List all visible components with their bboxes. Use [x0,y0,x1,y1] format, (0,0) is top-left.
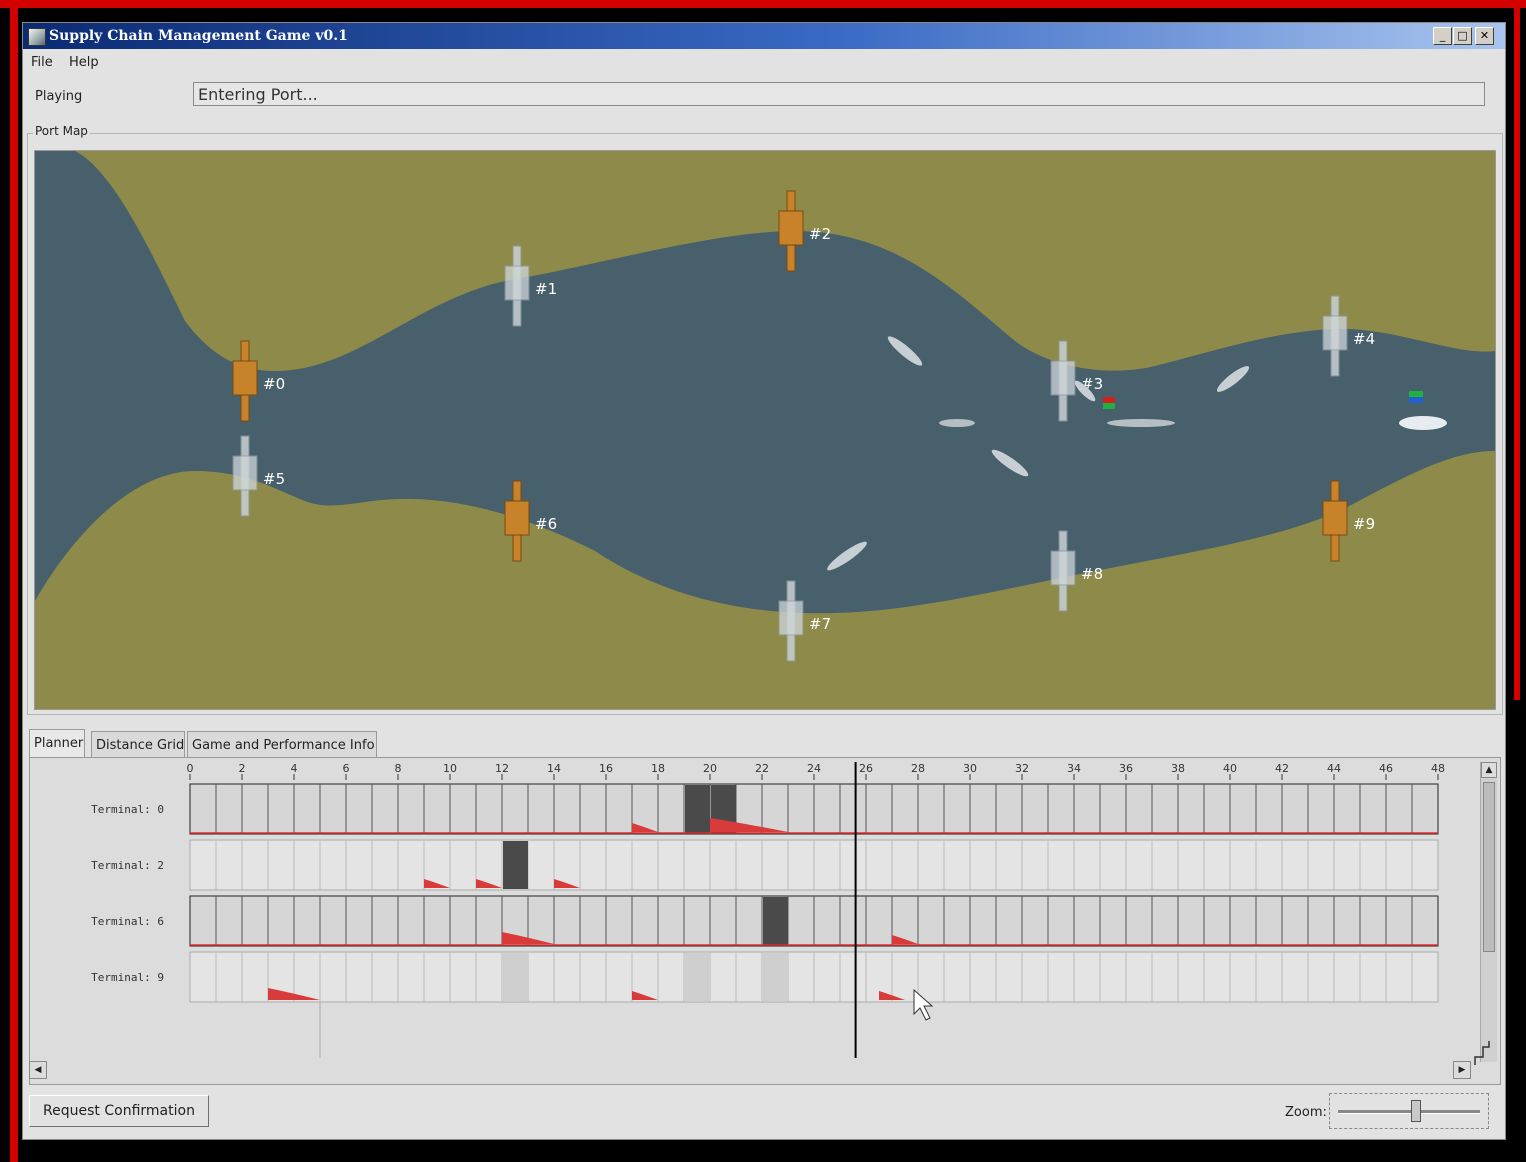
port-label: #7 [809,615,831,633]
hour-tick-label: 10 [443,762,457,775]
hour-tick-label: 16 [599,762,613,775]
zoom-corner-icon[interactable] [1473,1039,1491,1067]
hour-tick-label: 34 [1067,762,1081,775]
hour-tick-label: 32 [1015,762,1029,775]
hour-tick-label: 26 [859,762,873,775]
terminal-label: Terminal: 6 [91,915,164,928]
menu-file[interactable]: File [31,55,53,70]
horizontal-scrollbar[interactable]: ◀ ▶ [29,1061,1477,1079]
terminal-label: Terminal: 0 [91,803,164,816]
terminal-label: Terminal: 9 [91,971,164,984]
frame-border-right [1514,0,1520,700]
tab-distance-grid[interactable]: Distance Grid [91,731,185,757]
service-block[interactable] [503,841,528,889]
planner-timeline[interactable]: 0 2 4 6 8 10 12 14 16 18 20 22 24 26 28 30 32 34 36 38 40 42 4… [30,758,1480,1058]
hour-tick-label: 0 [187,762,194,775]
hour-tick-label: 20 [703,762,717,775]
port-label: #5 [263,470,285,488]
hour-tick-label: 2 [239,762,246,775]
port-map-legend: Port Map [33,124,90,138]
minimize-button[interactable]: _ [1433,27,1452,45]
hour-tick-label: 46 [1379,762,1393,775]
zoom-label: Zoom: [1285,1105,1327,1120]
status-field: Entering Port... [193,82,1485,106]
planner-panel: 0 2 4 6 8 10 12 14 16 18 20 22 24 26 28 30 32 34 36 38 40 42 4… [29,757,1501,1085]
status-label: Playing [35,89,83,104]
service-block[interactable] [763,897,788,945]
vertical-scrollbar[interactable]: ▲ [1480,762,1497,1062]
tab-planner[interactable]: Planner [29,729,85,757]
window-title: Supply Chain Management Game v0.1 [49,28,348,44]
frame-border-left [10,0,18,1162]
service-block[interactable] [685,785,710,833]
faded-block [502,953,528,1001]
close-button[interactable]: ✕ [1475,27,1494,45]
hour-tick-label: 44 [1327,762,1341,775]
vertical-scroll-thumb[interactable] [1483,782,1495,952]
hour-tick-label: 4 [291,762,298,775]
frame-border-top [0,0,1526,8]
hour-tick-label: 6 [343,762,350,775]
terminal-row[interactable]: Terminal: 9 [91,951,1439,1003]
bottom-bar: Request Confirmation Zoom: [23,1087,1505,1139]
hour-tick-label: 14 [547,762,561,775]
hour-tick-label: 42 [1275,762,1289,775]
ship[interactable] [1399,416,1447,430]
terminal-row[interactable]: Terminal: 2 [91,839,1439,891]
hour-tick-label: 40 [1223,762,1237,775]
menu-help[interactable]: Help [69,55,99,70]
terminal-row[interactable]: Terminal: 0 [91,783,1439,835]
hour-tick-label: 22 [755,762,769,775]
port-label: #4 [1353,330,1375,348]
faded-block [762,953,788,1001]
hour-tick-label: 18 [651,762,665,775]
port-label: #0 [263,375,285,393]
hour-tick-label: 8 [395,762,402,775]
port-map-panel: #0 #1 #2 #3 #4 #5 #6 #7 #8 #9 [27,133,1503,715]
app-icon [28,28,46,46]
port-map[interactable]: #0#1#2#3#4#5#6#7#8#9 [34,150,1496,710]
hour-tick-label: 24 [807,762,821,775]
port-label: #9 [1353,515,1375,533]
port-label: #6 [535,515,557,533]
maximize-button[interactable]: □ [1453,27,1472,45]
terminal-label: Terminal: 2 [91,859,164,872]
ship[interactable] [1107,419,1175,427]
scroll-right-arrow-icon[interactable]: ▶ [1453,1061,1471,1079]
zoom-slider-thumb[interactable] [1410,1100,1421,1122]
scroll-up-arrow-icon[interactable]: ▲ [1481,762,1497,778]
hour-tick-label: 28 [911,762,925,775]
ship[interactable] [939,419,975,427]
port-label: #1 [535,280,557,298]
title-bar[interactable]: Supply Chain Management Game v0.1 _ □ ✕ [23,23,1505,49]
status-row: Playing Entering Port... [23,79,1505,109]
tab-game-performance-info[interactable]: Game and Performance Info [187,731,377,757]
request-confirmation-button[interactable]: Request Confirmation [29,1095,209,1127]
terminal-row[interactable]: Terminal: 6 [91,895,1439,947]
app-window: Supply Chain Management Game v0.1 _ □ ✕ … [22,22,1506,1140]
port-label: #8 [1081,565,1103,583]
hour-tick-label: 38 [1171,762,1185,775]
scroll-left-arrow-icon[interactable]: ◀ [29,1061,47,1079]
hour-tick-label: 36 [1119,762,1133,775]
zoom-slider[interactable] [1329,1093,1489,1129]
port-label: #2 [809,225,831,243]
menu-bar: File Help [23,50,1505,74]
hour-tick-label: 12 [495,762,509,775]
hour-tick-label: 48 [1431,762,1445,775]
faded-block [684,953,710,1001]
zoom-slider-track [1338,1110,1480,1114]
hour-tick-label: 30 [963,762,977,775]
